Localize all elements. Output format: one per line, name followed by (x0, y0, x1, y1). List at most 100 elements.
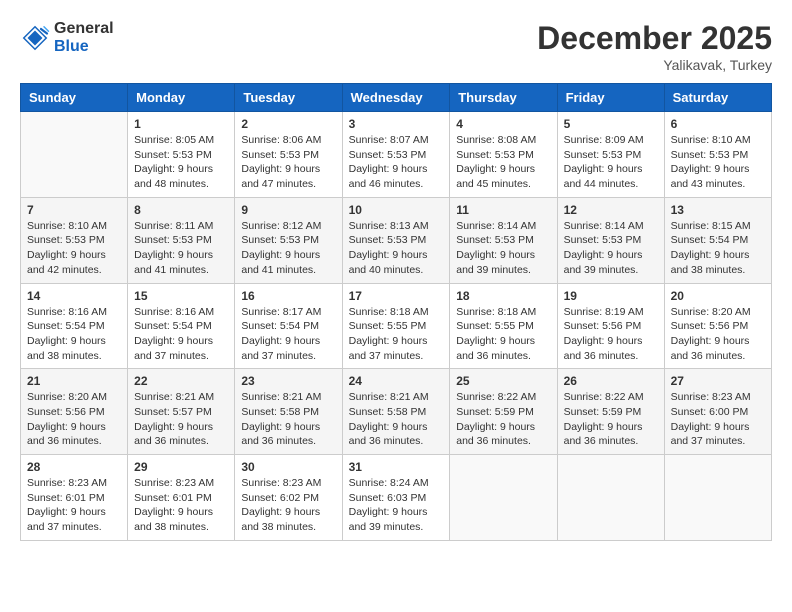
calendar-day-header: Sunday (21, 84, 128, 112)
calendar-day-cell: 29 Sunrise: 8:23 AMSunset: 6:01 PMDayligh… (128, 455, 235, 541)
day-number: 4 (456, 117, 550, 131)
calendar-day-cell: 28Sunrise: 8:23 AMSunset: 6:01 PMDayligh… (21, 455, 128, 541)
logo: General Blue (20, 20, 114, 56)
calendar-day-cell: 26 Sunrise: 8:22 AMSunset: 5:59 PMDayligh… (557, 369, 664, 455)
calendar-header-row: SundayMondayTuesdayWednesdayThursdayFrid… (21, 84, 772, 112)
calendar-day-cell: 19 Sunrise: 8:19 AMSunset: 5:56 PMDayligh… (557, 283, 664, 369)
calendar-day-header: Thursday (450, 84, 557, 112)
day-number: 2 (241, 117, 335, 131)
day-info: Sunrise: 8:05 AMSunset: 5:53 PMDaylight:… (134, 133, 228, 192)
day-number: 10 (349, 203, 444, 217)
calendar-day-cell: 16 Sunrise: 8:17 AMSunset: 5:54 PMDayligh… (235, 283, 342, 369)
calendar-day-cell: 30 Sunrise: 8:23 AMSunset: 6:02 PMDayligh… (235, 455, 342, 541)
day-info: Sunrise: 8:10 AMSunset: 5:53 PMDaylight:… (671, 133, 765, 192)
calendar-day-cell: 4 Sunrise: 8:08 AMSunset: 5:53 PMDaylight… (450, 112, 557, 198)
day-info: Sunrise: 8:10 AMSunset: 5:53 PMDaylight:… (27, 219, 121, 278)
day-info: Sunrise: 8:13 AMSunset: 5:53 PMDaylight:… (349, 219, 444, 278)
day-number: 21 (27, 374, 121, 388)
month-title: December 2025 (537, 20, 772, 57)
calendar-day-header: Tuesday (235, 84, 342, 112)
calendar-day-cell (557, 455, 664, 541)
calendar-day-header: Wednesday (342, 84, 450, 112)
calendar-day-cell: 17 Sunrise: 8:18 AMSunset: 5:55 PMDayligh… (342, 283, 450, 369)
calendar-week-row: 28 Sunrise: 8:23 AMSunset: 6:01 PMDayligh… (21, 455, 772, 541)
day-number: 16 (241, 289, 335, 303)
day-info: Sunrise: 8:15 AMSunset: 5:54 PMDaylight:… (671, 219, 765, 278)
day-info: Sunrise: 8:17 AMSunset: 5:54 PMDaylight:… (241, 305, 335, 364)
day-number: 5 (564, 117, 658, 131)
day-info: Sunrise: 8:16 AMSunset: 5:54 PMDaylight:… (27, 305, 121, 364)
day-number: 26 (564, 374, 658, 388)
calendar-day-cell: 14 Sunrise: 8:16 AMSunset: 5:54 PMDayligh… (21, 283, 128, 369)
day-number: 24 (349, 374, 444, 388)
calendar-day-cell: 21 Sunrise: 8:20 AMSunset: 5:56 PMDayligh… (21, 369, 128, 455)
day-number: 12 (564, 203, 658, 217)
day-number: 20 (671, 289, 765, 303)
logo-blue: Blue (54, 38, 114, 56)
day-number: 27 (671, 374, 765, 388)
calendar-day-cell (450, 455, 557, 541)
day-number: 17 (349, 289, 444, 303)
day-info: Sunrise: 8:14 AMSunset: 5:53 PMDaylight:… (456, 219, 550, 278)
calendar-week-row: 14 Sunrise: 8:16 AMSunset: 5:54 PMDayligh… (21, 283, 772, 369)
day-info: Sunrise: 8:23 AMSunset: 6:02 PMDaylight:… (241, 476, 335, 535)
calendar-day-cell: 9Sunrise: 8:12 AMSunset: 5:53 PMDaylight… (235, 197, 342, 283)
day-number: 19 (564, 289, 658, 303)
day-info: Sunrise: 8:14 AMSunset: 5:53 PMDaylight:… (564, 219, 658, 278)
day-info: Sunrise: 8:21 AMSunset: 5:58 PMDaylight:… (349, 390, 444, 449)
calendar-day-cell: 2 Sunrise: 8:06 AMSunset: 5:53 PMDaylight… (235, 112, 342, 198)
calendar-day-cell: 13 Sunrise: 8:15 AMSunset: 5:54 PMDayligh… (664, 197, 771, 283)
calendar-day-cell: 8 Sunrise: 8:11 AMSunset: 5:53 PMDaylight… (128, 197, 235, 283)
day-number: 15 (134, 289, 228, 303)
calendar-week-row: 21 Sunrise: 8:20 AMSunset: 5:56 PMDayligh… (21, 369, 772, 455)
logo-text: General Blue (54, 20, 114, 56)
day-number: 11 (456, 203, 550, 217)
logo-icon (20, 23, 50, 53)
day-number: 13 (671, 203, 765, 217)
day-info: Sunrise: 8:06 AMSunset: 5:53 PMDaylight:… (241, 133, 335, 192)
calendar-day-cell: 10 Sunrise: 8:13 AMSunset: 5:53 PMDayligh… (342, 197, 450, 283)
day-number: 23 (241, 374, 335, 388)
day-number: 3 (349, 117, 444, 131)
calendar-day-cell: 18Sunrise: 8:18 AMSunset: 5:55 PMDayligh… (450, 283, 557, 369)
day-number: 28 (27, 460, 121, 474)
day-number: 29 (134, 460, 228, 474)
calendar-table: SundayMondayTuesdayWednesdayThursdayFrid… (20, 83, 772, 541)
day-info: Sunrise: 8:21 AMSunset: 5:58 PMDaylight:… (241, 390, 335, 449)
logo-general: General (54, 20, 114, 38)
calendar-week-row: 1Sunrise: 8:05 AMSunset: 5:53 PMDaylight… (21, 112, 772, 198)
day-info: Sunrise: 8:20 AMSunset: 5:56 PMDaylight:… (27, 390, 121, 449)
day-info: Sunrise: 8:19 AMSunset: 5:56 PMDaylight:… (564, 305, 658, 364)
calendar-day-cell: 1Sunrise: 8:05 AMSunset: 5:53 PMDaylight… (128, 112, 235, 198)
day-number: 14 (27, 289, 121, 303)
day-info: Sunrise: 8:11 AMSunset: 5:53 PMDaylight:… (134, 219, 228, 278)
day-info: Sunrise: 8:08 AMSunset: 5:53 PMDaylight:… (456, 133, 550, 192)
page-header: General Blue December 2025 Yalikavak, Tu… (20, 20, 772, 73)
calendar-day-cell: 20Sunrise: 8:20 AMSunset: 5:56 PMDayligh… (664, 283, 771, 369)
day-number: 7 (27, 203, 121, 217)
day-info: Sunrise: 8:18 AMSunset: 5:55 PMDaylight:… (349, 305, 444, 364)
calendar-day-cell: 11 Sunrise: 8:14 AMSunset: 5:53 PMDayligh… (450, 197, 557, 283)
calendar-day-header: Saturday (664, 84, 771, 112)
day-info: Sunrise: 8:23 AMSunset: 6:01 PMDaylight:… (134, 476, 228, 535)
day-number: 8 (134, 203, 228, 217)
day-number: 22 (134, 374, 228, 388)
day-info: Sunrise: 8:07 AMSunset: 5:53 PMDaylight:… (349, 133, 444, 192)
day-info: Sunrise: 8:22 AMSunset: 5:59 PMDaylight:… (564, 390, 658, 449)
calendar-day-cell: 24 Sunrise: 8:21 AMSunset: 5:58 PMDayligh… (342, 369, 450, 455)
calendar-day-cell: 31Sunrise: 8:24 AMSunset: 6:03 PMDayligh… (342, 455, 450, 541)
day-number: 25 (456, 374, 550, 388)
day-info: Sunrise: 8:21 AMSunset: 5:57 PMDaylight:… (134, 390, 228, 449)
calendar-day-cell: 12 Sunrise: 8:14 AMSunset: 5:53 PMDayligh… (557, 197, 664, 283)
day-info: Sunrise: 8:23 AMSunset: 6:00 PMDaylight:… (671, 390, 765, 449)
day-info: Sunrise: 8:18 AMSunset: 5:55 PMDaylight:… (456, 305, 550, 364)
day-info: Sunrise: 8:09 AMSunset: 5:53 PMDaylight:… (564, 133, 658, 192)
calendar-day-cell: 7 Sunrise: 8:10 AMSunset: 5:53 PMDaylight… (21, 197, 128, 283)
calendar-day-cell: 6 Sunrise: 8:10 AMSunset: 5:53 PMDaylight… (664, 112, 771, 198)
location: Yalikavak, Turkey (537, 57, 772, 73)
calendar-day-cell: 22 Sunrise: 8:21 AMSunset: 5:57 PMDayligh… (128, 369, 235, 455)
day-number: 30 (241, 460, 335, 474)
title-block: December 2025 Yalikavak, Turkey (537, 20, 772, 73)
day-info: Sunrise: 8:24 AMSunset: 6:03 PMDaylight:… (349, 476, 444, 535)
day-number: 6 (671, 117, 765, 131)
